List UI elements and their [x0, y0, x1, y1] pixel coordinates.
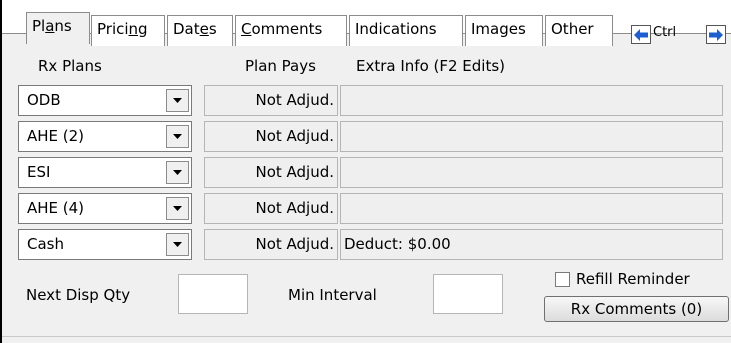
next-disp-qty-label: Next Disp Qty — [26, 286, 131, 304]
plan-extra-info-value: Deduct: $0.00 — [344, 235, 451, 253]
plan-pays-field: Not Adjud. — [204, 229, 338, 260]
next-disp-qty-input[interactable] — [178, 274, 248, 314]
tab-dates-label-key: e — [199, 20, 209, 38]
tab-pricing-label-pre: Prici — [97, 20, 129, 38]
chevron-down-icon — [173, 97, 182, 103]
rx-comments-button[interactable]: Rx Comments (0) — [544, 296, 729, 322]
plans-panel: Rx Plans Plan Pays Extra Info (F2 Edits)… — [2, 46, 731, 343]
tab-plans-label-post: ns — [54, 17, 72, 35]
tab-images[interactable]: Images — [465, 15, 543, 46]
plan-dropdown-button[interactable] — [166, 233, 189, 256]
plan-select-value: ESI — [27, 163, 51, 181]
tab-indications-label: Indications — [355, 20, 437, 38]
plan-dropdown-button[interactable] — [166, 161, 189, 184]
plan-extra-info-field[interactable] — [340, 157, 723, 188]
tab-dates-label-pre: Dat — [173, 20, 200, 38]
arrow-right-icon — [709, 28, 723, 41]
tab-dates[interactable]: Dates — [167, 15, 233, 46]
tab-scroll-left-button[interactable] — [631, 25, 651, 44]
plan-dropdown-button[interactable] — [166, 89, 189, 112]
plan-row: Cash Not Adjud. Deduct: $0.00 — [18, 229, 723, 260]
plan-pays-field: Not Adjud. — [204, 121, 338, 152]
plan-row: ODB Not Adjud. — [18, 85, 723, 116]
plan-select-value: ODB — [27, 91, 61, 109]
plan-pays-value: Not Adjud. — [255, 199, 334, 217]
tab-plans[interactable]: Plans — [26, 12, 90, 44]
min-interval-label: Min Interval — [288, 286, 377, 304]
column-header-rx-plans: Rx Plans — [38, 57, 102, 75]
chevron-down-icon — [173, 241, 182, 247]
plan-select-value: AHE (2) — [27, 127, 85, 145]
tab-scroll-right-button[interactable] — [706, 25, 726, 44]
column-header-plan-pays: Plan Pays — [245, 57, 316, 75]
plan-extra-info-field[interactable] — [340, 121, 723, 152]
plan-pays-value: Not Adjud. — [255, 163, 334, 181]
tab-indications[interactable]: Indications — [349, 15, 463, 46]
column-header-extra-info: Extra Info (F2 Edits) — [356, 57, 506, 75]
plan-pays-field: Not Adjud. — [204, 193, 338, 224]
plan-row: ESI Not Adjud. — [18, 157, 723, 188]
plan-select-value: AHE (4) — [27, 199, 85, 217]
chevron-down-icon — [173, 133, 182, 139]
tab-dates-label-post: s — [208, 20, 217, 38]
plan-pays-value: Not Adjud. — [255, 127, 334, 145]
plan-dropdown-button[interactable] — [166, 125, 189, 148]
tab-comments[interactable]: Comments — [235, 15, 347, 46]
plan-pays-value: Not Adjud. — [255, 91, 334, 109]
plan-pays-field: Not Adjud. — [204, 85, 338, 116]
plans-window: Plans Pricing Dates Comments Indications… — [0, 0, 731, 343]
tab-other[interactable]: Other — [545, 15, 613, 46]
tab-images-label: Images — [471, 20, 526, 38]
plan-extra-info-field[interactable] — [340, 85, 723, 116]
plan-select-value: Cash — [27, 235, 64, 253]
tab-pricing-label-post: g — [138, 20, 148, 38]
chevron-down-icon — [173, 205, 182, 211]
plan-row: AHE (2) Not Adjud. — [18, 121, 723, 152]
arrow-left-icon — [634, 28, 648, 41]
tab-strip: Plans Pricing Dates Comments Indications… — [2, 0, 731, 46]
plan-extra-info-field[interactable]: Deduct: $0.00 — [340, 229, 723, 260]
plan-extra-info-field[interactable] — [340, 193, 723, 224]
min-interval-input[interactable] — [433, 274, 503, 314]
tab-pricing[interactable]: Pricing — [91, 15, 165, 46]
tab-plans-label-pre: Pl — [32, 17, 46, 35]
tab-pricing-label-key: n — [128, 20, 139, 38]
plan-pays-value: Not Adjud. — [255, 235, 334, 253]
chevron-down-icon — [173, 169, 182, 175]
refill-reminder-label[interactable]: Refill Reminder — [576, 270, 690, 288]
tab-comments-label-key: C — [241, 20, 252, 38]
tab-comments-label-post: omments — [251, 20, 323, 38]
refill-reminder-checkbox[interactable] — [555, 272, 570, 287]
tab-other-label: Other — [551, 20, 594, 38]
ctrl-label: Ctrl — [653, 25, 677, 40]
plan-row: AHE (4) Not Adjud. — [18, 193, 723, 224]
divider — [2, 336, 731, 337]
plan-dropdown-button[interactable] — [166, 197, 189, 220]
plan-pays-field: Not Adjud. — [204, 157, 338, 188]
